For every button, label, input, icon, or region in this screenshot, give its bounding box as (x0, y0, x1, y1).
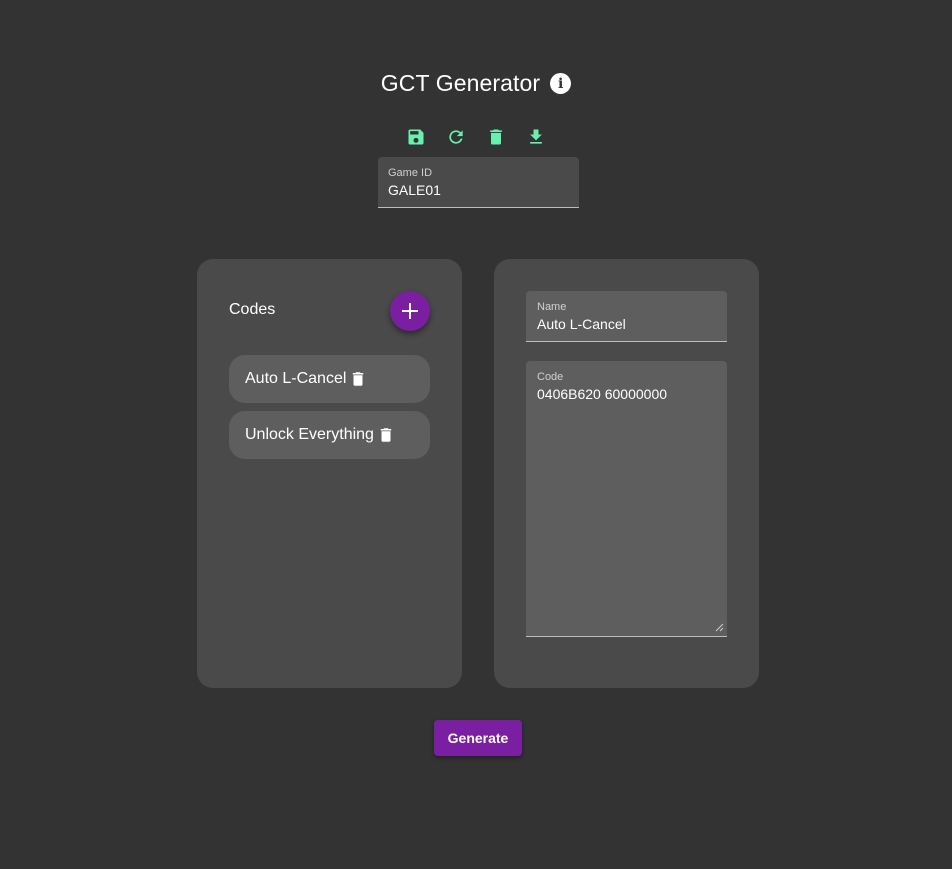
download-button[interactable] (526, 125, 546, 149)
code-item-label: Unlock Everything (245, 426, 374, 443)
generate-button[interactable]: Generate (434, 720, 522, 756)
code-item-label: Auto L-Cancel (245, 370, 347, 387)
toolbar (0, 125, 952, 149)
download-icon (530, 129, 542, 144)
refresh-button[interactable] (446, 125, 466, 149)
name-field[interactable]: Name Auto L-Cancel (526, 291, 727, 342)
code-list-item[interactable]: Auto L-Cancel (229, 355, 430, 403)
add-code-button[interactable] (390, 291, 430, 331)
save-button[interactable] (406, 125, 426, 149)
game-id-field[interactable]: Game ID GALE01 (378, 157, 579, 208)
code-label: Code (537, 371, 564, 383)
name-label: Name (537, 301, 567, 313)
refresh-icon (449, 130, 463, 144)
header: GCT Generator i (0, 70, 952, 97)
code-textarea[interactable]: 0406B620 60000000 (537, 386, 716, 402)
plus-icon (402, 303, 418, 319)
code-list-item[interactable]: Unlock Everything (229, 411, 430, 459)
codes-panel: Codes Auto L-Cancel Unlock Everything (197, 259, 462, 688)
resize-grip-icon[interactable] (714, 622, 724, 632)
code-field[interactable]: Code 0406B620 60000000 (526, 361, 727, 637)
delete-icon (490, 129, 502, 145)
name-input[interactable]: Auto L-Cancel (537, 316, 716, 332)
trash-icon[interactable] (349, 370, 367, 388)
trash-icon[interactable] (377, 426, 395, 444)
delete-all-button[interactable] (486, 125, 506, 149)
page-title: GCT Generator (380, 70, 541, 96)
code-editor-panel: Name Auto L-Cancel Code 0406B620 6000000… (494, 259, 759, 688)
game-id-input[interactable]: GALE01 (388, 182, 569, 198)
info-icon[interactable]: i (550, 73, 572, 94)
save-icon (408, 129, 424, 145)
game-id-label: Game ID (388, 167, 433, 179)
codes-title: Codes (229, 301, 276, 318)
